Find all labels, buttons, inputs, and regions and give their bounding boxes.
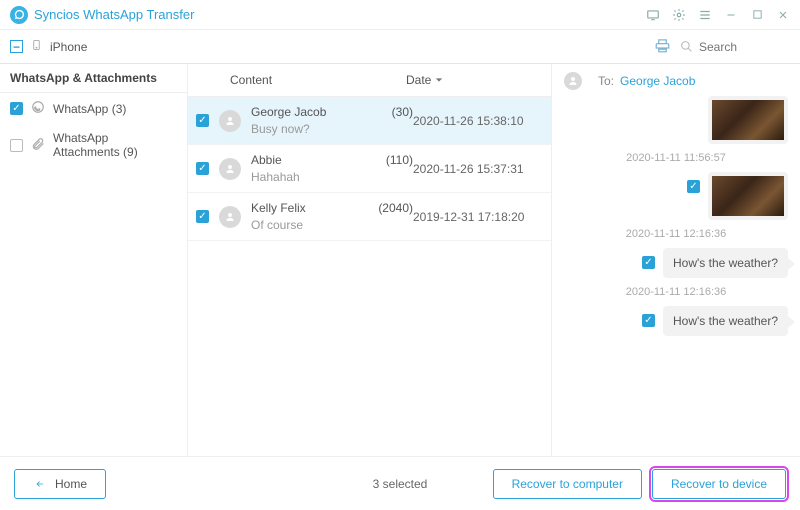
- app-logo-icon: [10, 6, 28, 24]
- avatar-icon: [219, 206, 241, 228]
- table-header: Content Date: [188, 64, 551, 97]
- checkbox[interactable]: [10, 139, 23, 152]
- footer: Home 3 selected Recover to computer Reco…: [0, 456, 800, 510]
- to-label: To:: [598, 74, 614, 88]
- content: WhatsApp & Attachments ✓ WhatsApp (3) Wh…: [0, 64, 800, 456]
- message: 2020-11-11 12:16:36 ✓ How's the weather?: [564, 228, 788, 278]
- feedback-icon[interactable]: [646, 8, 660, 22]
- row-preview: Busy now?: [251, 122, 413, 136]
- titlebar: Syncios WhatsApp Transfer: [0, 0, 800, 30]
- conversation-list: Content Date ✓ George Jacob (30) Busy now?…: [188, 64, 552, 456]
- checkbox[interactable]: ✓: [642, 314, 655, 327]
- table-row[interactable]: ✓ Kelly Felix (2040) Of course 2019-12-31 …: [188, 193, 551, 241]
- attachment-icon: [31, 137, 45, 154]
- message: 2020-11-11 11:56:57 ✓: [564, 152, 788, 220]
- message-preview: To: George Jacob 2020-11-11 11:56:57✓202…: [552, 64, 800, 456]
- search-icon: [680, 40, 693, 53]
- preview-to: To: George Jacob: [564, 72, 788, 90]
- avatar-icon: [219, 158, 241, 180]
- minimize-icon[interactable]: [724, 8, 738, 22]
- sidebar-item-attachments[interactable]: WhatsApp Attachments (9): [0, 124, 187, 166]
- menu-icon[interactable]: [698, 8, 712, 22]
- avatar-icon: [219, 110, 241, 132]
- collapse-button[interactable]: −: [10, 40, 23, 53]
- message-timestamp: 2020-11-11 11:56:57: [564, 152, 788, 164]
- close-icon[interactable]: [776, 8, 790, 22]
- row-preview: Hahahah: [251, 170, 413, 184]
- table-row[interactable]: ✓ Abbie (110) Hahahah 2020-11-26 15:37:31: [188, 145, 551, 193]
- message: [564, 96, 788, 144]
- search-box[interactable]: [680, 40, 790, 54]
- text-bubble[interactable]: How's the weather?: [663, 248, 788, 278]
- row-name: Abbie: [251, 153, 282, 167]
- sidebar-item-label: WhatsApp Attachments (9): [53, 131, 177, 159]
- col-date[interactable]: Date: [406, 73, 551, 87]
- sidebar-item-whatsapp[interactable]: ✓ WhatsApp (3): [0, 93, 187, 124]
- checkbox[interactable]: ✓: [10, 102, 23, 115]
- row-count: (2040): [378, 201, 413, 215]
- settings-icon[interactable]: [672, 8, 686, 22]
- phone-icon: [31, 38, 42, 55]
- sidebar-item-label: WhatsApp (3): [53, 102, 126, 116]
- toolbar: − iPhone: [0, 30, 800, 64]
- row-date: 2019-12-31 17:18:20: [413, 210, 543, 224]
- maximize-icon[interactable]: [750, 8, 764, 22]
- whatsapp-icon: [31, 100, 45, 117]
- message: 2020-11-11 12:16:36 ✓ How's the weather?: [564, 286, 788, 336]
- message-timestamp: 2020-11-11 12:16:36: [564, 228, 788, 240]
- home-button[interactable]: Home: [14, 469, 106, 499]
- selected-count: 3 selected: [373, 477, 428, 491]
- recover-to-computer-button[interactable]: Recover to computer: [493, 469, 642, 499]
- image-thumb: [712, 176, 784, 216]
- row-date: 2020-11-26 15:37:31: [413, 162, 543, 176]
- image-thumb: [712, 100, 784, 140]
- image-bubble[interactable]: [708, 172, 788, 220]
- checkbox[interactable]: ✓: [642, 256, 655, 269]
- row-date: 2020-11-26 15:38:10: [413, 114, 543, 128]
- search-input[interactable]: [699, 40, 779, 54]
- avatar-icon: [564, 72, 582, 90]
- device-name: iPhone: [50, 40, 87, 54]
- row-name: George Jacob: [251, 105, 326, 119]
- row-preview: Of course: [251, 218, 413, 232]
- checkbox[interactable]: ✓: [687, 180, 700, 193]
- image-bubble[interactable]: [708, 96, 788, 144]
- col-content[interactable]: Content: [230, 73, 406, 87]
- message-timestamp: 2020-11-11 12:16:36: [564, 286, 788, 298]
- recover-to-device-button[interactable]: Recover to device: [652, 469, 786, 499]
- print-icon[interactable]: [655, 38, 670, 56]
- checkbox[interactable]: ✓: [196, 162, 209, 175]
- row-name: Kelly Felix: [251, 201, 306, 215]
- row-count: (30): [392, 105, 413, 119]
- text-bubble[interactable]: How's the weather?: [663, 306, 788, 336]
- checkbox[interactable]: ✓: [196, 114, 209, 127]
- checkbox[interactable]: ✓: [196, 210, 209, 223]
- table-row[interactable]: ✓ George Jacob (30) Busy now? 2020-11-26 1…: [188, 97, 551, 145]
- sort-desc-icon: [435, 76, 443, 84]
- sidebar: WhatsApp & Attachments ✓ WhatsApp (3) Wh…: [0, 64, 188, 456]
- to-name: George Jacob: [620, 74, 695, 88]
- window-controls: [646, 8, 790, 22]
- app-title: Syncios WhatsApp Transfer: [34, 7, 194, 22]
- row-count: (110): [386, 153, 413, 167]
- sidebar-header: WhatsApp & Attachments: [0, 64, 187, 93]
- arrow-left-icon: [33, 479, 47, 489]
